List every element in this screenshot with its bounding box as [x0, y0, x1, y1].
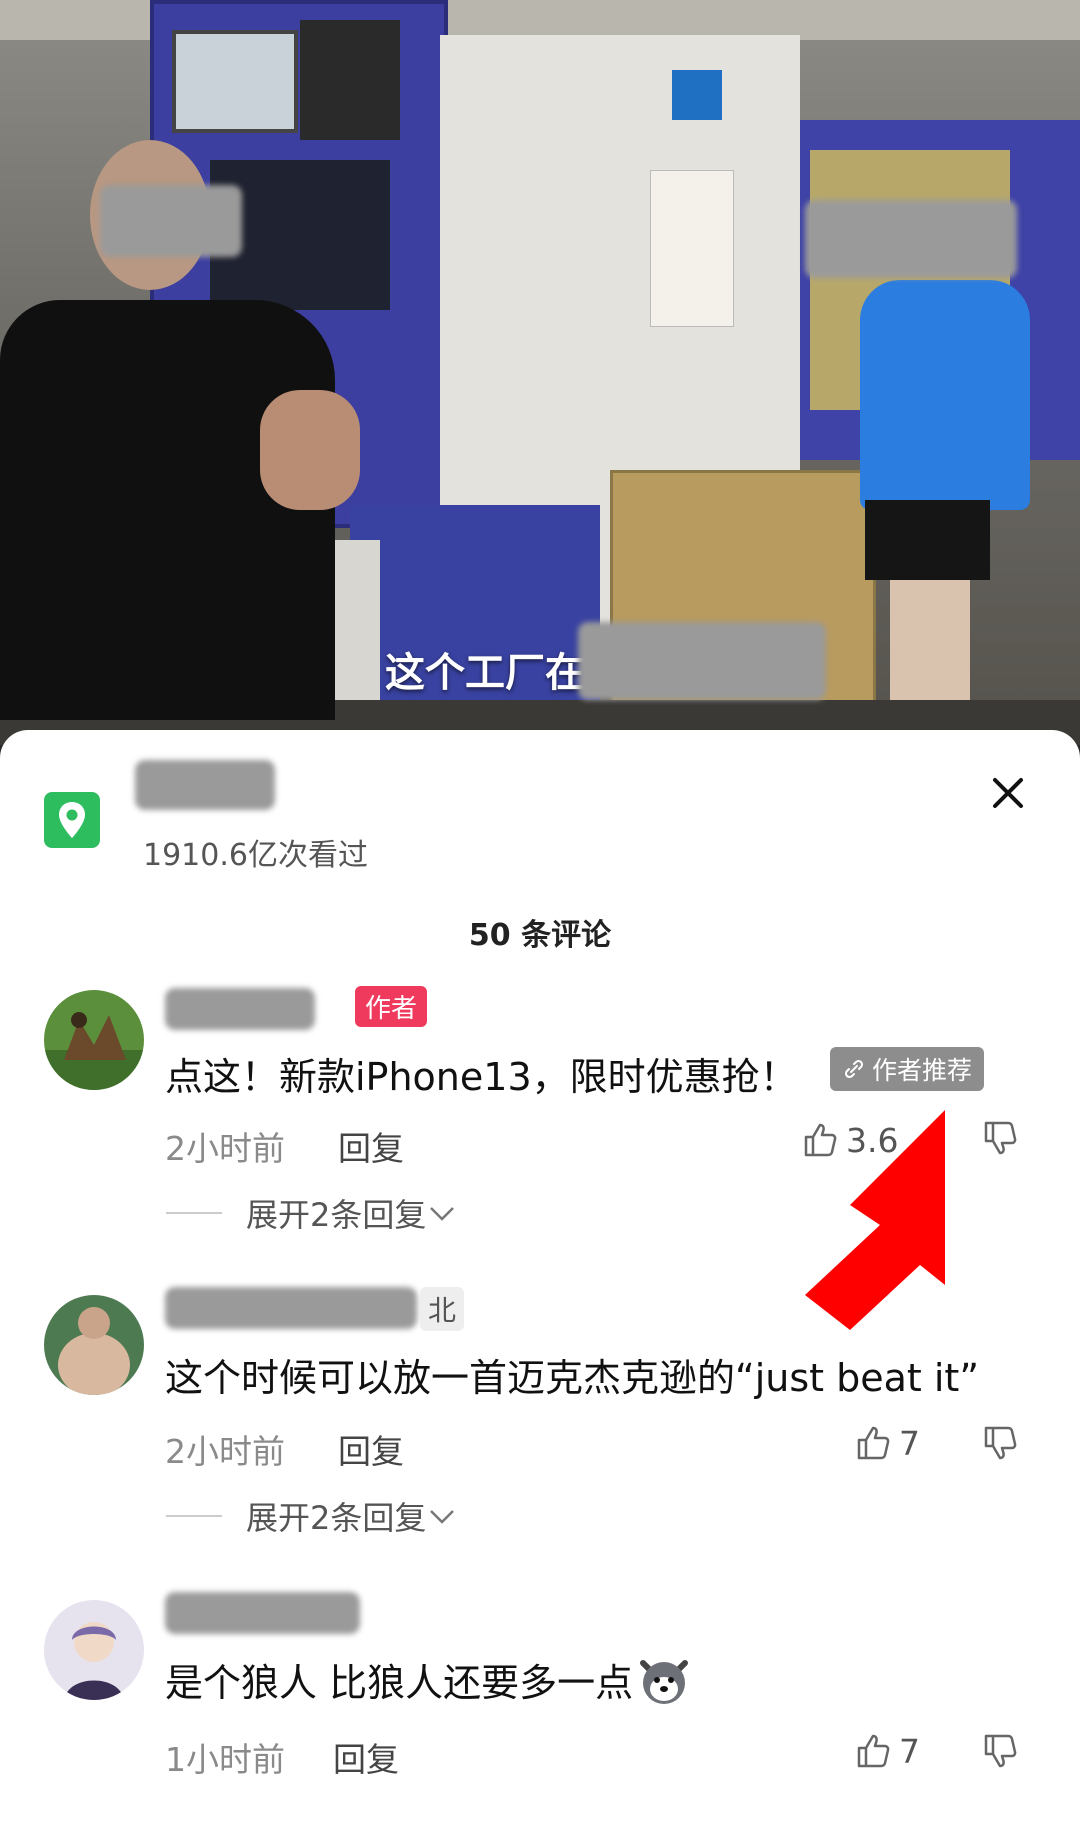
worker-left-arm: [260, 390, 360, 510]
cnc-panel: [300, 20, 400, 140]
worker-right-legs: [890, 580, 970, 700]
avatar[interactable]: [44, 1295, 144, 1395]
avatar[interactable]: [44, 990, 144, 1090]
chevron-down-icon: [430, 1510, 455, 1524]
reply-button[interactable]: 回复: [338, 1425, 404, 1473]
comments-sheet: 1910.6亿次看过 50 条评论 作者 点这！新款iPhone13，限时优惠抢…: [0, 730, 1080, 1822]
comment-text: 是个狼人 比狼人还要多一点: [165, 1652, 691, 1707]
thumb-down-icon[interactable]: [980, 1118, 1020, 1162]
comment-text: 这个时候可以放一首迈克杰克逊的“just beat it”: [165, 1356, 980, 1400]
expand-replies-button[interactable]: 展开2条回复: [166, 1493, 458, 1539]
location-name-censored[interactable]: [135, 760, 275, 810]
comment-item: 是个狼人 比狼人还要多一点 1小时前 回复 7: [0, 1592, 1080, 1820]
location-view-count: 1910.6亿次看过: [143, 838, 368, 873]
thumb-up-icon: [857, 1426, 890, 1460]
username-censored[interactable]: [165, 1287, 417, 1329]
expand-divider: [166, 1212, 222, 1214]
comment-count: 50 条评论: [468, 918, 612, 953]
cnc-screen: [172, 30, 298, 133]
username-suffix: 北: [420, 1287, 465, 1331]
expand-replies-button[interactable]: 展开2条回复: [166, 1190, 458, 1236]
username-censored[interactable]: [165, 1592, 360, 1634]
worker-right-shirt: [860, 280, 1030, 510]
husky-emoji-icon: [640, 1659, 689, 1704]
avatar[interactable]: [44, 1600, 144, 1700]
subtitle-censor: [578, 622, 826, 700]
gauge-sticker: [672, 70, 722, 120]
thumb-down-icon[interactable]: [980, 1731, 1020, 1775]
thumb-up-icon: [857, 1734, 890, 1768]
comment-time: 2小时前: [165, 1432, 285, 1471]
comment-time: 1小时前: [165, 1740, 285, 1779]
link-icon: [844, 1059, 864, 1079]
expand-divider: [166, 1515, 222, 1517]
comment-text: 点这！新款iPhone13，限时优惠抢！: [165, 1055, 798, 1099]
worker-right-shorts: [865, 500, 990, 580]
video-player[interactable]: 这个工厂在: [0, 0, 1080, 745]
face-censor-left: [100, 185, 242, 257]
reply-button[interactable]: 回复: [338, 1122, 404, 1170]
author-recommend-badge: 作者推荐: [830, 1047, 985, 1091]
username-censored[interactable]: [165, 988, 315, 1030]
comment-time: 2小时前: [165, 1129, 285, 1168]
face-censor-right: [805, 200, 1017, 278]
comment-item: 北 这个时候可以放一首迈克杰克逊的“just beat it” 2小时前 回复 …: [0, 1287, 1080, 1595]
video-subtitle: 这个工厂在: [385, 650, 585, 696]
reply-button[interactable]: 回复: [333, 1733, 399, 1781]
thumb-down-icon[interactable]: [980, 1423, 1020, 1467]
worker-left-body: [0, 300, 335, 720]
like-count: 7: [899, 1731, 920, 1771]
close-icon[interactable]: [985, 770, 1031, 816]
like-button[interactable]: 7: [853, 1423, 920, 1463]
chevron-down-icon: [430, 1207, 455, 1221]
paper-sheet: [650, 170, 734, 327]
location-pin-icon[interactable]: [44, 792, 100, 848]
like-button[interactable]: 7: [853, 1731, 920, 1771]
like-count: 7: [899, 1423, 920, 1463]
author-badge: 作者: [355, 986, 428, 1027]
